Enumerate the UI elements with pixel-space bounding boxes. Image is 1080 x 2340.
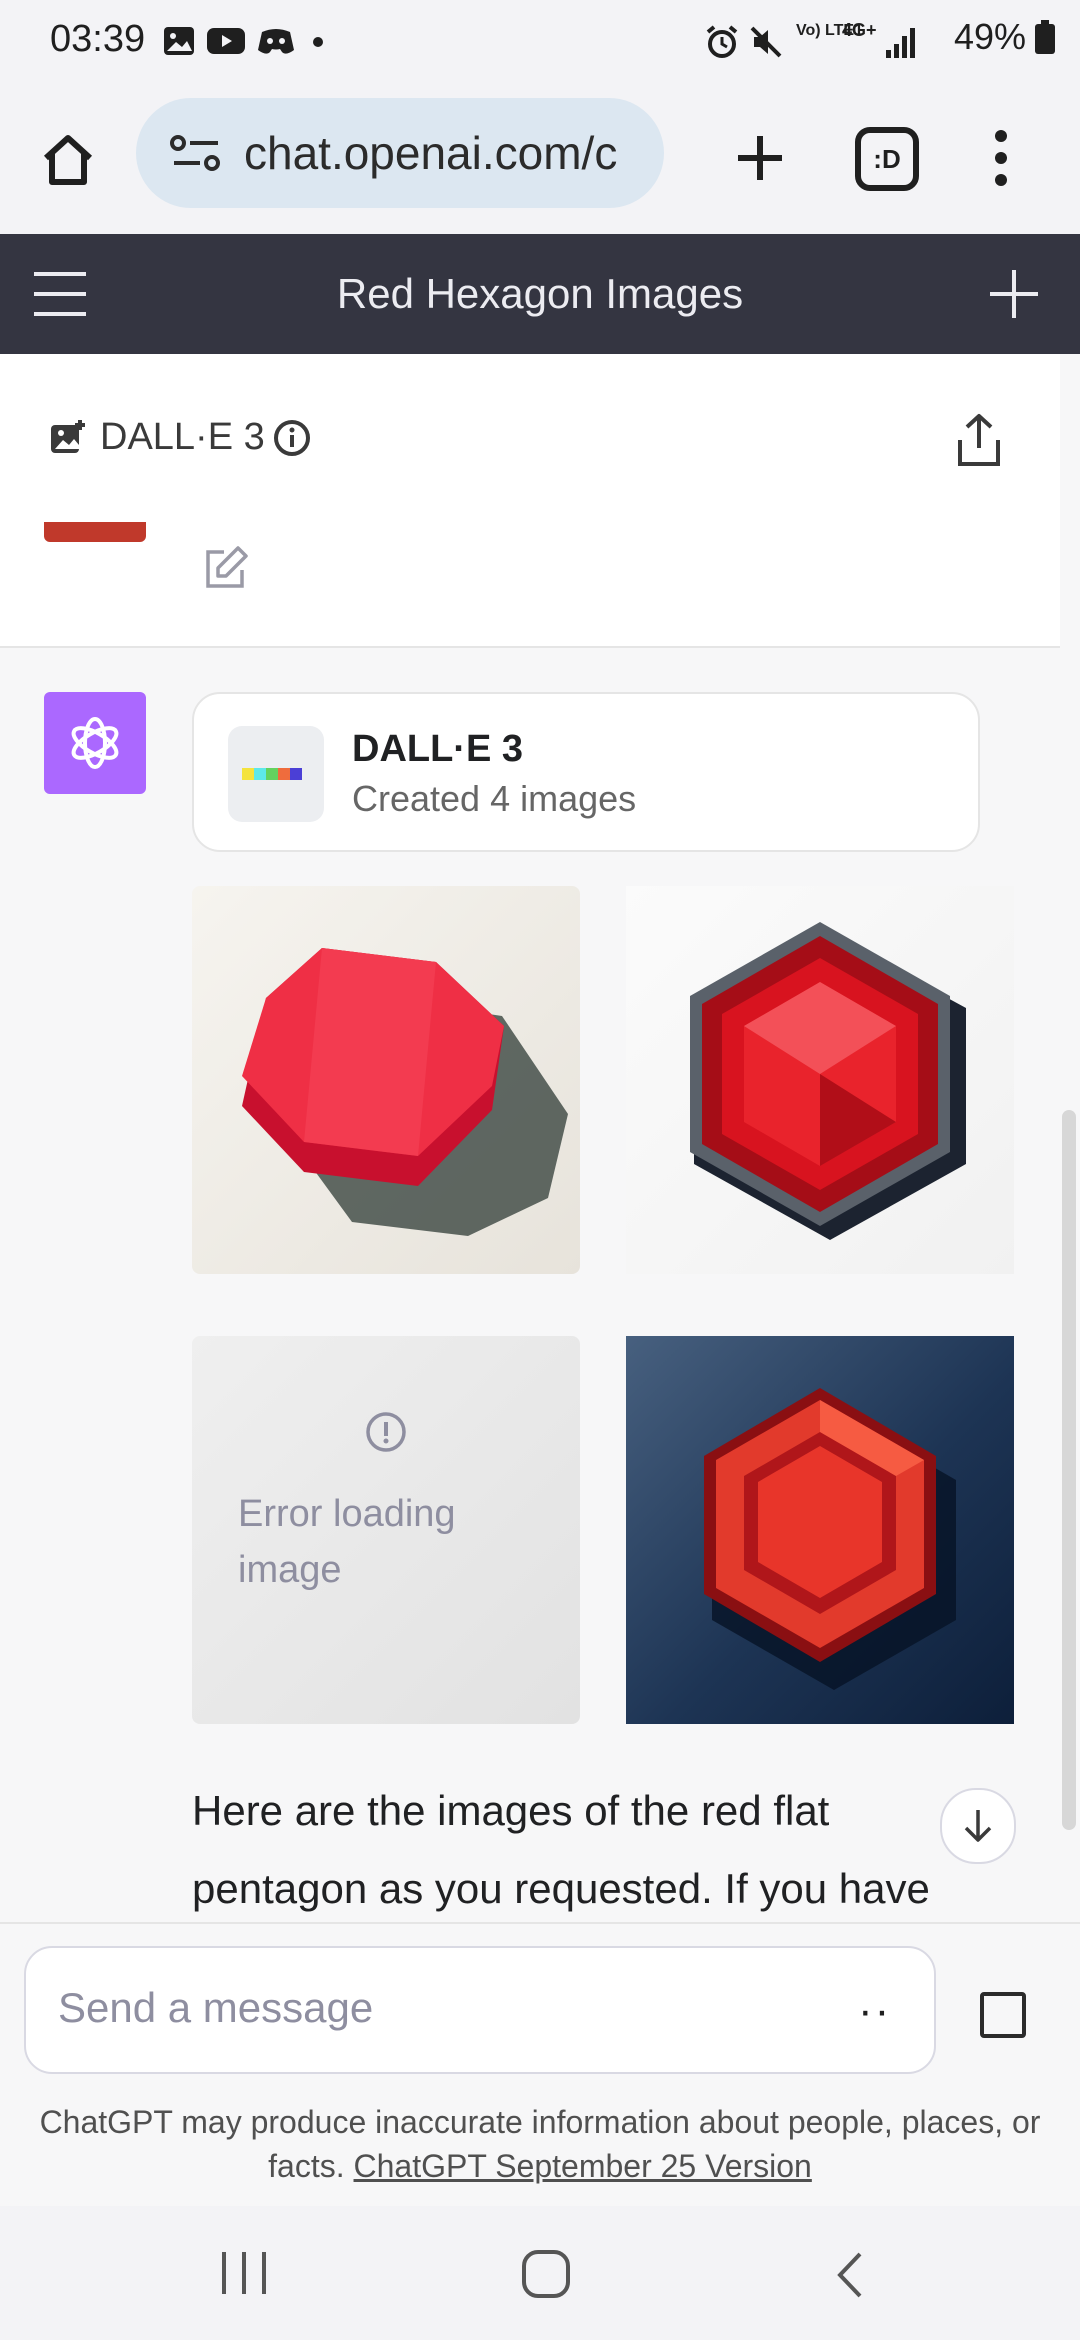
composer-area: Send a message ·· ChatGPT may produce in… — [0, 1922, 1080, 2208]
battery-status: 49% — [954, 16, 1056, 58]
dot-icon — [313, 37, 323, 47]
tab-count: :D — [873, 144, 901, 174]
red-octagon-image — [242, 948, 568, 1236]
generated-image-4[interactable] — [626, 1336, 1014, 1724]
image-generation-icon — [51, 420, 85, 453]
battery-percent: 49% — [953, 16, 1026, 57]
generated-image-2[interactable] — [626, 886, 1014, 1274]
plus-icon — [738, 136, 782, 180]
home-button[interactable] — [28, 120, 108, 200]
browser-menu-button[interactable] — [976, 118, 1026, 198]
system-nav-bar — [0, 2206, 1080, 2340]
chat-title: Red Hexagon Images — [336, 270, 744, 317]
model-bar: DALL·E 3 — [0, 354, 1060, 524]
tab-switcher-button[interactable]: :D — [852, 124, 922, 194]
tool-card-title: DALL·E 3 — [352, 728, 523, 770]
discord-icon — [258, 29, 294, 54]
gallery-icon — [164, 27, 194, 55]
tool-card-subtitle: Created 4 images — [352, 778, 637, 819]
new-chat-button[interactable] — [984, 264, 1044, 324]
home-nav-icon[interactable] — [516, 2244, 576, 2304]
model-label[interactable]: DALL·E 3 — [100, 416, 265, 459]
network-type: 4G+ — [842, 20, 877, 40]
alarm-icon — [706, 25, 738, 58]
error-icon — [366, 1412, 406, 1452]
dalle-tool-card[interactable]: DALL·E 3 Created 4 images — [192, 692, 980, 852]
dalle-color-icon — [228, 726, 324, 822]
menu-icon[interactable] — [32, 270, 88, 318]
scrollbar-thumb[interactable] — [1062, 1110, 1076, 1830]
disclaimer: ChatGPT may produce inaccurate informati… — [20, 2100, 1060, 2188]
status-bar: 03:39 Vo) LTE1 4G+ 49% — [0, 0, 1080, 84]
chat-header: Red Hexagon Images — [0, 234, 1080, 354]
back-icon[interactable] — [826, 2248, 876, 2302]
browser-toolbar: chat.openai.com/c :D — [0, 84, 1080, 234]
red-hexagon-navy-image — [704, 1388, 956, 1690]
new-tab-button[interactable] — [720, 118, 800, 198]
youtube-icon — [207, 28, 245, 54]
red-hexagon-gem-image — [690, 922, 966, 1240]
mute-icon — [750, 26, 782, 58]
scroll-down-button[interactable] — [940, 1788, 1016, 1864]
site-settings-icon[interactable] — [170, 133, 230, 173]
user-avatar — [44, 522, 146, 542]
battery-icon — [1035, 20, 1055, 54]
edit-icon[interactable] — [202, 544, 250, 592]
user-message — [0, 522, 1060, 648]
signal-icon — [886, 28, 915, 58]
share-icon[interactable] — [954, 412, 1004, 468]
url-text: chat.openai.com/c — [244, 127, 618, 179]
image-error-placeholder: Error loading image — [192, 1336, 580, 1724]
recents-icon[interactable] — [214, 2248, 274, 2298]
error-text: Error loading image — [238, 1493, 456, 1591]
openai-logo-icon — [71, 717, 119, 769]
arrow-down-icon — [964, 1810, 992, 1842]
voice-input-icon[interactable]: ·· — [858, 1986, 891, 2036]
stop-button[interactable] — [980, 1992, 1026, 2038]
assistant-avatar — [44, 692, 146, 794]
message-placeholder: Send a message — [58, 1984, 374, 2031]
info-icon[interactable] — [272, 418, 312, 458]
url-bar[interactable]: chat.openai.com/c — [136, 98, 664, 208]
version-link[interactable]: ChatGPT September 25 Version — [354, 2148, 812, 2184]
home-icon — [43, 135, 93, 185]
generated-image-1[interactable] — [192, 886, 580, 1274]
message-input[interactable]: Send a message ·· — [24, 1946, 936, 2074]
assistant-message-text: Here are the images of the red flat pent… — [192, 1787, 930, 1912]
status-time: 03:39 — [50, 18, 146, 60]
more-vert-icon — [995, 130, 1007, 186]
